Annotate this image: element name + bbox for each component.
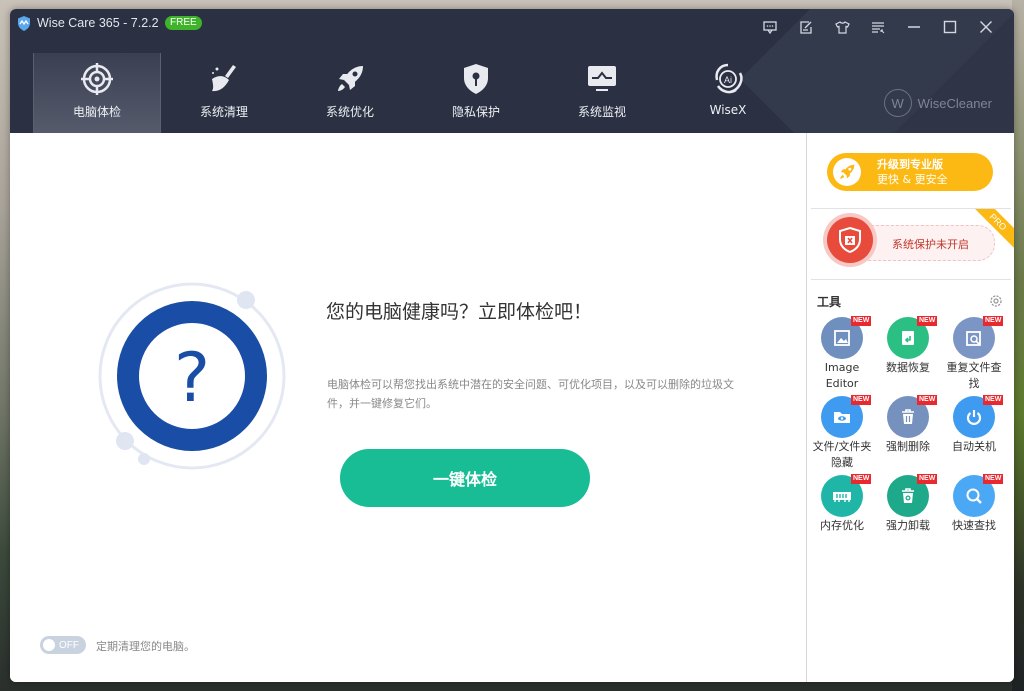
tool-image-editor[interactable]: NEW Image Editor bbox=[809, 316, 875, 396]
main-panel: ? 您的电脑健康吗？立即体检吧！ 电脑体检可以帮您找出系统中潜在的安全问题、可优… bbox=[10, 133, 806, 682]
shield-lock-icon bbox=[460, 63, 492, 95]
nav-item-health-check[interactable]: 电脑体检 bbox=[33, 53, 161, 133]
tool-label: 强制删除 bbox=[886, 440, 930, 453]
nav-item-system-optimize[interactable]: 系统优化 bbox=[287, 53, 413, 133]
tool-label: 自动关机 bbox=[952, 440, 996, 453]
new-badge: NEW bbox=[983, 316, 1004, 326]
new-badge: NEW bbox=[917, 316, 938, 326]
new-badge: NEW bbox=[851, 316, 872, 326]
nav-label: 系统清理 bbox=[199, 105, 248, 119]
tool-force-delete[interactable]: NEW 强制删除 bbox=[875, 395, 941, 475]
maximize-icon[interactable] bbox=[932, 14, 968, 40]
tools-grid: NEW Image Editor NEW 数据恢复 NEW 重复文件查找 NEW… bbox=[809, 316, 1013, 554]
ai-icon: Ai bbox=[712, 63, 744, 95]
close-icon[interactable] bbox=[968, 14, 1004, 40]
divider bbox=[811, 279, 1011, 280]
toggle-state: OFF bbox=[59, 639, 79, 651]
nav-label: WiseX bbox=[709, 103, 747, 117]
toggle-knob bbox=[43, 639, 55, 651]
health-question-graphic: ? bbox=[98, 282, 286, 470]
main-nav: 电脑体检 系统清理 系统优化 隐私保护 系统监视 Ai WiseX bbox=[33, 53, 791, 133]
window-controls bbox=[752, 14, 1004, 40]
shield-alert-icon bbox=[827, 217, 873, 263]
upgrade-subtitle: 更快 & 更安全 bbox=[877, 173, 948, 186]
title-bar: Wise Care 365 - 7.2.2 FREE bbox=[10, 9, 1014, 39]
tool-memory-optimize[interactable]: NEW 内存优化 bbox=[809, 474, 875, 554]
brand-name: WiseCleaner bbox=[917, 95, 992, 111]
app-window: Wise Care 365 - 7.2.2 FREE 电脑体检 系统清理 系统优… bbox=[10, 9, 1014, 682]
tool-label: 内存优化 bbox=[820, 519, 864, 532]
app-shield-icon bbox=[18, 16, 30, 31]
gear-icon[interactable] bbox=[989, 294, 1003, 308]
upgrade-pro-button[interactable]: 升级到专业版 更快 & 更安全 bbox=[827, 153, 993, 191]
nav-label: 隐私保护 bbox=[451, 105, 500, 119]
tool-label: 文件/文件夹隐藏 bbox=[812, 440, 872, 469]
tool-label: 重复文件查找 bbox=[946, 361, 1002, 390]
monitor-icon bbox=[586, 63, 618, 95]
new-badge: NEW bbox=[983, 395, 1004, 405]
auto-clean-toggle[interactable]: OFF bbox=[40, 636, 86, 654]
protection-text: 系统保护未开启 bbox=[892, 238, 969, 251]
free-badge: FREE bbox=[165, 16, 202, 30]
tool-data-recovery[interactable]: NEW 数据恢复 bbox=[875, 316, 941, 396]
rocket-icon bbox=[833, 158, 861, 186]
rocket-icon bbox=[334, 63, 366, 95]
tool-folder-hide[interactable]: NEW 文件/文件夹隐藏 bbox=[809, 395, 875, 475]
tool-label: Image Editor bbox=[824, 361, 860, 390]
broom-icon bbox=[208, 63, 240, 95]
tool-label: 快速查找 bbox=[952, 519, 996, 532]
new-badge: NEW bbox=[917, 474, 938, 484]
sidebar: 升级到专业版 更快 & 更安全 系统保护未开启 PRO 工具 NEW Image… bbox=[806, 133, 1014, 682]
feedback-icon[interactable] bbox=[752, 14, 788, 40]
one-click-scan-button[interactable]: 一键体检 bbox=[340, 449, 590, 507]
auto-clean-label: 定期清理您的电脑。 bbox=[96, 640, 195, 653]
header: Wise Care 365 - 7.2.2 FREE 电脑体检 系统清理 系统优… bbox=[10, 9, 1014, 133]
new-badge: NEW bbox=[917, 395, 938, 405]
menu-icon[interactable] bbox=[860, 14, 896, 40]
tool-auto-shutdown[interactable]: NEW 自动关机 bbox=[941, 395, 1007, 475]
new-badge: NEW bbox=[983, 474, 1004, 484]
svg-text:Ai: Ai bbox=[724, 75, 732, 85]
tool-label: 数据恢复 bbox=[886, 361, 930, 374]
nav-label: 系统优化 bbox=[325, 105, 374, 119]
tool-label: 强力卸载 bbox=[886, 519, 930, 532]
notes-icon[interactable] bbox=[788, 14, 824, 40]
wisecleaner-w-icon: W bbox=[883, 89, 912, 117]
description: 电脑体检可以帮您找出系统中潜在的安全问题、可优化项目，以及可以删除的垃圾文件，并… bbox=[327, 378, 734, 410]
new-badge: NEW bbox=[851, 474, 872, 484]
tool-quick-search[interactable]: NEW 快速查找 bbox=[941, 474, 1007, 554]
nav-item-privacy[interactable]: 隐私保护 bbox=[413, 53, 539, 133]
pro-ribbon: PRO bbox=[975, 209, 1014, 249]
nav-item-system-clean[interactable]: 系统清理 bbox=[161, 53, 287, 133]
nav-label: 电脑体检 bbox=[72, 105, 121, 119]
nav-item-system-monitor[interactable]: 系统监视 bbox=[539, 53, 665, 133]
skin-icon[interactable] bbox=[824, 14, 860, 40]
headline: 您的电脑健康吗？立即体检吧！ bbox=[326, 301, 593, 323]
app-title: Wise Care 365 - 7.2.2 bbox=[37, 16, 159, 30]
minimize-icon[interactable] bbox=[896, 14, 932, 40]
nav-item-wisex[interactable]: Ai WiseX bbox=[665, 53, 791, 133]
nav-label: 系统监视 bbox=[577, 105, 626, 119]
tool-duplicate-finder[interactable]: NEW 重复文件查找 bbox=[941, 316, 1007, 396]
upgrade-title: 升级到专业版 bbox=[877, 158, 943, 171]
pro-label: PRO bbox=[975, 209, 1014, 249]
tool-force-uninstall[interactable]: NEW 强力卸载 bbox=[875, 474, 941, 554]
svg-text:?: ? bbox=[174, 339, 210, 418]
wisecleaner-logo[interactable]: W WiseCleaner bbox=[883, 89, 992, 117]
target-icon bbox=[81, 63, 113, 95]
tools-title: 工具 bbox=[817, 295, 842, 309]
new-badge: NEW bbox=[851, 395, 872, 405]
